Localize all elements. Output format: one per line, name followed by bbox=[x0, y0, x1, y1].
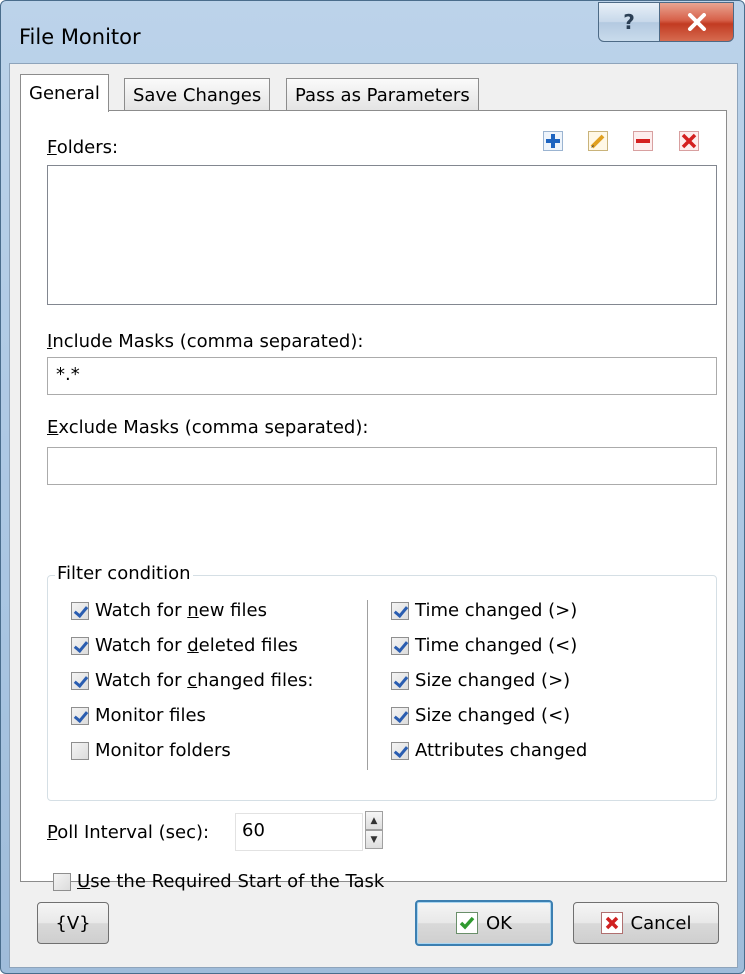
monitor-files-checkbox[interactable]: Monitor files bbox=[71, 705, 206, 726]
size-changed-lt-checkbox[interactable]: Size changed (<) bbox=[391, 705, 570, 726]
checkbox-label: Watch for deleted files bbox=[95, 635, 298, 656]
dialog-client-area: General Save Changes Pass as Parameters … bbox=[9, 63, 738, 968]
close-icon bbox=[687, 13, 706, 31]
variables-button[interactable]: {V} bbox=[37, 902, 109, 944]
tab-save-changes[interactable]: Save Changes bbox=[124, 78, 271, 111]
checkbox-box bbox=[71, 601, 89, 620]
poll-interval-spinner: ▲ ▼ bbox=[365, 811, 383, 851]
checkbox-label: Monitor folders bbox=[95, 740, 231, 761]
tab-pass-as-parameters-label: Pass as Parameters bbox=[295, 85, 470, 106]
chevron-down-icon: ▼ bbox=[370, 834, 378, 845]
edit-folder-button[interactable] bbox=[586, 129, 610, 153]
remove-icon bbox=[633, 131, 653, 151]
spin-down-button[interactable]: ▼ bbox=[365, 830, 383, 849]
tab-pass-as-parameters[interactable]: Pass as Parameters bbox=[286, 78, 479, 111]
cancel-button[interactable]: Cancel bbox=[573, 902, 719, 944]
window-title: File Monitor bbox=[19, 25, 141, 49]
watch-deleted-files-checkbox[interactable]: Watch for deleted files bbox=[71, 635, 298, 656]
cancel-icon bbox=[600, 912, 623, 934]
checkbox-label: Monitor files bbox=[95, 705, 206, 726]
watch-changed-files-checkbox[interactable]: Watch for changed files: bbox=[71, 670, 314, 691]
poll-interval-label: Poll Interval (sec): bbox=[47, 822, 210, 843]
poll-interval-value: 60 bbox=[242, 820, 265, 841]
remove-folder-button[interactable] bbox=[631, 129, 655, 153]
close-button[interactable] bbox=[659, 2, 734, 42]
attributes-changed-checkbox[interactable]: Attributes changed bbox=[391, 740, 587, 761]
file-monitor-window: File Monitor ? General Save Changes Pass… bbox=[0, 0, 745, 974]
checkbox-label: Watch for changed files: bbox=[95, 670, 314, 691]
checkbox-box bbox=[71, 671, 89, 690]
edit-icon bbox=[588, 131, 608, 151]
checkbox-label: Size changed (<) bbox=[415, 705, 571, 726]
size-changed-gt-checkbox[interactable]: Size changed (>) bbox=[391, 670, 570, 691]
time-changed-gt-checkbox[interactable]: Time changed (>) bbox=[391, 600, 577, 621]
checkbox-box bbox=[391, 706, 409, 725]
general-panel: Folders: Include Masks (comma separated)… bbox=[20, 110, 727, 892]
checkbox-label: Time changed (<) bbox=[415, 635, 578, 656]
checkbox-box bbox=[71, 741, 89, 760]
tab-general[interactable]: General bbox=[20, 74, 109, 112]
title-bar[interactable]: File Monitor ? bbox=[1, 1, 744, 63]
spin-up-button[interactable]: ▲ bbox=[365, 811, 383, 830]
exclude-masks-input[interactable] bbox=[47, 447, 717, 485]
checkbox-box bbox=[71, 636, 89, 655]
checkbox-label: Attributes changed bbox=[415, 740, 588, 761]
checkbox-box bbox=[391, 636, 409, 655]
checkbox-box bbox=[53, 872, 71, 891]
cancel-button-label: Cancel bbox=[630, 912, 692, 934]
checkbox-box bbox=[391, 741, 409, 760]
checkbox-box bbox=[391, 601, 409, 620]
folders-list[interactable] bbox=[47, 165, 717, 305]
checkbox-label: Size changed (>) bbox=[415, 670, 571, 691]
checkbox-box bbox=[71, 706, 89, 725]
add-folder-button[interactable] bbox=[541, 129, 565, 153]
ok-button-label: OK bbox=[486, 912, 512, 934]
delete-icon bbox=[679, 131, 699, 151]
help-button[interactable]: ? bbox=[598, 2, 660, 42]
clear-folders-button[interactable] bbox=[677, 129, 701, 153]
use-required-start-checkbox[interactable]: Use the Required Start of the Task bbox=[53, 871, 384, 892]
checkbox-label: Use the Required Start of the Task bbox=[77, 871, 385, 892]
tab-save-changes-label: Save Changes bbox=[133, 85, 262, 106]
checkbox-label: Time changed (>) bbox=[415, 600, 578, 621]
include-masks-input[interactable]: *.* bbox=[47, 357, 717, 395]
include-masks-label: Include Masks (comma separated): bbox=[47, 331, 364, 352]
folders-label: Folders: bbox=[47, 137, 119, 158]
add-icon bbox=[543, 131, 563, 151]
include-masks-value: *.* bbox=[56, 364, 80, 385]
filter-condition-title: Filter condition bbox=[55, 563, 193, 584]
checkbox-box bbox=[391, 671, 409, 690]
chevron-up-icon: ▲ bbox=[370, 815, 378, 826]
variables-button-label: {V} bbox=[55, 912, 91, 934]
checkbox-label: Watch for new files bbox=[95, 600, 267, 621]
ok-button[interactable]: OK bbox=[415, 900, 553, 946]
filter-divider bbox=[367, 600, 368, 770]
tab-general-label: General bbox=[29, 83, 100, 104]
watch-new-files-checkbox[interactable]: Watch for new files bbox=[71, 600, 267, 621]
check-icon bbox=[456, 912, 478, 934]
monitor-folders-checkbox[interactable]: Monitor folders bbox=[71, 740, 231, 761]
time-changed-lt-checkbox[interactable]: Time changed (<) bbox=[391, 635, 577, 656]
exclude-masks-label: Exclude Masks (comma separated): bbox=[47, 417, 369, 438]
poll-interval-input[interactable]: 60 bbox=[235, 813, 363, 851]
help-icon: ? bbox=[623, 10, 635, 34]
